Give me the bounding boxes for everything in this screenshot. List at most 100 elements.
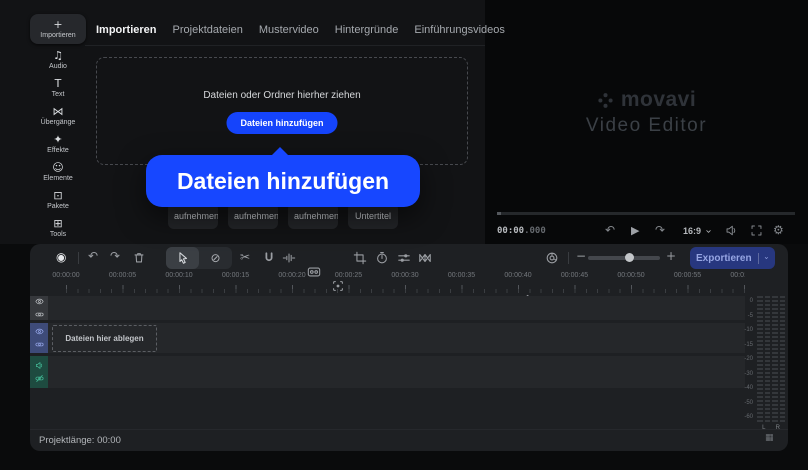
audio-level-meter: 0 -5 -10 -15 -20 -30 -40 -50 -60 L R ▦ — [743, 296, 788, 446]
ruler-labels: 00:00:00 00:00:05 00:00:10 00:00:15 00:00:… — [52, 272, 745, 279]
sparkle-icon: ✦ — [53, 133, 63, 146]
skip-back-icon[interactable]: ↶ — [605, 223, 615, 237]
edit-mode-toggle: ⊘ — [166, 247, 232, 269]
tooltip-text: Dateien hinzufügen — [176, 167, 390, 194]
audio-track-header[interactable] — [30, 356, 48, 388]
seekbar-position-marker[interactable] — [497, 212, 501, 215]
sidebar-item-label: Text — [51, 91, 65, 98]
sidebar-item-elemente[interactable]: ☺ Elemente — [30, 160, 86, 184]
sidebar-item-audio[interactable]: ♫ Audio — [30, 48, 86, 72]
crop-icon[interactable] — [353, 251, 367, 265]
timeline-footer: Projektlänge: 00:00 — [30, 429, 788, 451]
timeline-panel: ◉ ↶ ↷ ⊘ ✂ − + Exportieren 00:00:00 00:00… — [30, 244, 788, 451]
skip-forward-icon[interactable]: ↷ — [655, 223, 665, 237]
audio-track[interactable] — [30, 356, 745, 388]
sidebar-item-pakete[interactable]: ⊡ Pakete — [30, 188, 86, 212]
undo-icon[interactable]: ↶ — [88, 249, 98, 263]
audio-mixer-icon[interactable]: ▦ — [765, 433, 774, 443]
zoom-out-icon[interactable]: − — [576, 249, 586, 263]
preview-seekbar[interactable] — [497, 212, 795, 215]
logo-subtitle: Video Editor — [585, 115, 708, 136]
drop-placeholder-label: Dateien hier ablegen — [65, 334, 144, 343]
watermark-logo: movavi Video Editor — [485, 88, 808, 137]
toolbar-divider — [78, 252, 79, 264]
package-icon: ⊡ — [53, 189, 63, 202]
fullscreen-icon[interactable] — [750, 224, 763, 237]
tab-hintergruende[interactable]: Hintergründe — [335, 24, 399, 36]
record-icon[interactable]: ◉ — [56, 250, 66, 264]
logo-title: movavi — [620, 88, 697, 111]
overlay-track[interactable] — [30, 296, 745, 320]
aspect-ratio-dropdown[interactable]: 16:9 — [683, 226, 712, 236]
movavi-logo-icon — [597, 92, 614, 109]
chevron-down-icon — [705, 228, 712, 235]
select-tool-cursor-icon[interactable] — [166, 247, 199, 269]
transition-icon: ⋈ — [52, 105, 64, 118]
tab-mustervideo[interactable]: Mustervideo — [259, 24, 319, 36]
music-note-icon: ♫ — [53, 49, 63, 62]
text-icon: T — [54, 77, 62, 90]
magnet-snap-icon[interactable] — [262, 251, 276, 265]
trash-icon[interactable] — [132, 251, 146, 265]
dropzone-hint: Dateien oder Ordner hierher ziehen — [203, 90, 361, 101]
redo-icon[interactable]: ↷ — [110, 249, 120, 263]
timeline-ruler[interactable]: 00:00:00 00:00:05 00:00:10 00:00:15 00:00:… — [30, 272, 745, 296]
meter-bar-right — [772, 296, 785, 424]
import-tabs: Importieren Projektdateien Mustervideo H… — [96, 24, 505, 36]
export-button[interactable]: Exportieren — [690, 247, 775, 269]
tabs-divider — [85, 45, 485, 46]
overlay-track-header[interactable] — [30, 296, 48, 320]
link-off-icon[interactable] — [35, 374, 44, 383]
preview-controls: 00:00.000 ↶ ▶ ↷ 16:9 ⚙ — [497, 221, 795, 243]
add-files-tooltip: Dateien hinzufügen — [146, 147, 420, 207]
zoom-slider-handle[interactable] — [625, 253, 634, 262]
preview-timecode: 00:00.000 — [497, 226, 546, 236]
sidebar-item-label: Importieren — [40, 32, 76, 39]
link-icon[interactable] — [35, 340, 44, 349]
sidebar-item-label: Effekte — [47, 147, 69, 154]
sidebar-item-effekte[interactable]: ✦ Effekte — [30, 132, 86, 156]
sidebar-item-text[interactable]: T Text — [30, 76, 86, 100]
color-adjust-icon[interactable] — [545, 251, 559, 265]
plus-icon: + — [53, 18, 63, 31]
grid-plus-icon: ⊞ — [53, 217, 63, 230]
crossfade-icon[interactable] — [418, 251, 432, 265]
track-drop-placeholder[interactable]: Dateien hier ablegen — [52, 325, 157, 352]
sidebar-item-label: Audio — [49, 63, 67, 70]
preview-volume-icon[interactable] — [725, 224, 738, 237]
razor-tool-icon[interactable]: ⊘ — [199, 247, 232, 269]
smiley-icon: ☺ — [52, 161, 64, 174]
clip-speed-icon[interactable] — [375, 251, 389, 265]
link-icon[interactable] — [35, 310, 44, 319]
zoom-in-icon[interactable]: + — [666, 249, 676, 263]
video-track[interactable]: Dateien hier ablegen — [30, 323, 745, 353]
play-icon[interactable]: ▶ — [631, 224, 639, 237]
video-track-header[interactable] — [30, 323, 48, 353]
movavi-video-editor-window: + Importieren ♫ Audio T Text ⋈ Übergänge… — [0, 0, 808, 470]
sidebar-item-uebergaenge[interactable]: ⋈ Übergänge — [30, 104, 86, 128]
split-scissors-icon[interactable]: ✂ — [240, 250, 250, 264]
preview-settings-gear-icon[interactable]: ⚙ — [773, 223, 784, 237]
tab-projektdateien[interactable]: Projektdateien — [173, 24, 243, 36]
eye-icon[interactable] — [35, 297, 44, 306]
timeline-zoom-slider[interactable] — [588, 253, 660, 262]
timeline-toolbar: ◉ ↶ ↷ ⊘ ✂ − + Exportieren — [30, 244, 788, 272]
meter-bars — [757, 296, 785, 424]
chevron-down-icon — [764, 254, 769, 262]
eye-icon[interactable] — [35, 327, 44, 336]
meter-channel-labels: L R — [762, 425, 780, 431]
add-files-button[interactable]: Dateien hinzufügen — [226, 112, 338, 134]
sidebar-item-tools[interactable]: ⊞ Tools — [30, 216, 86, 240]
adjustments-sliders-icon[interactable] — [397, 251, 411, 265]
export-button-label: Exportieren — [696, 252, 752, 264]
sidebar-item-label: Übergänge — [40, 119, 76, 126]
speaker-icon[interactable] — [35, 361, 44, 370]
timeline-tracks: Dateien hier ablegen — [30, 296, 745, 429]
export-button-divider — [757, 252, 759, 264]
tab-importieren[interactable]: Importieren — [96, 24, 157, 36]
tab-einfuehrungsvideos[interactable]: Einführungsvideos — [414, 24, 505, 36]
sidebar-item-importieren[interactable]: + Importieren — [30, 14, 86, 44]
sidebar-item-label: Pakete — [47, 203, 69, 210]
toolbar-divider — [568, 252, 569, 264]
sidebar-item-label: Tools — [49, 231, 67, 238]
